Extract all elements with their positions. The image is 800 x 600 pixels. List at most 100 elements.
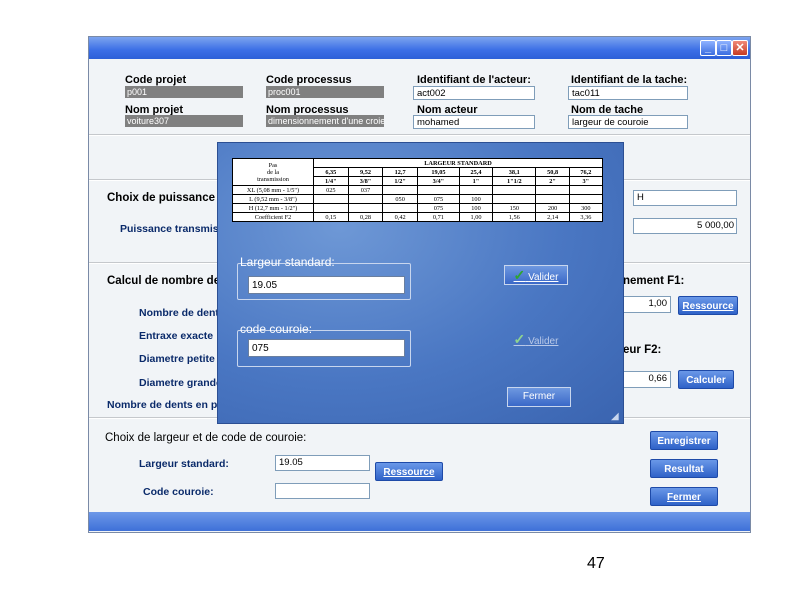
code-couroie-field[interactable] — [275, 483, 370, 499]
f1-label: nement F1: — [623, 275, 685, 287]
puissance-transmise-field[interactable]: 5 000,00 — [633, 218, 737, 234]
nombre-dents-pr-label: Nombre de dents en pr — [107, 399, 222, 411]
table-cell: 0,28 — [347, 212, 384, 222]
table-cell: 3,36 — [568, 212, 604, 222]
table-row: XL (5,08 mm - 1/5") 025 037 — [232, 185, 604, 195]
table-cell: 075 — [416, 194, 460, 204]
nom-tache-field[interactable]: largeur de couroie — [568, 115, 688, 129]
status-bar — [89, 512, 750, 531]
valider-button-2[interactable]: ✓ Valider — [504, 330, 568, 350]
resize-grip-icon[interactable]: ◢ — [611, 411, 619, 422]
close-icon[interactable]: ✕ — [732, 40, 748, 56]
ressource-button[interactable]: Ressource — [375, 462, 443, 481]
ressource-f1-button[interactable]: Ressource — [678, 296, 738, 315]
identifiant-tache-label: Identifiant de la tache: — [571, 74, 688, 86]
puissance-transmise-label: Puissance transmissi — [120, 223, 228, 235]
pas-header: Pas de la transmission — [232, 158, 314, 186]
width-inch-cell: 1/2" — [382, 176, 418, 186]
table-row: L (9,52 mm - 3/8") 050 075 100 — [232, 194, 604, 204]
code-processus-field[interactable]: proc001 — [266, 86, 384, 98]
table-cell — [492, 194, 537, 204]
code-projet-field[interactable]: p001 — [125, 86, 243, 98]
dialog-largeur-input[interactable]: 19.05 — [248, 276, 405, 294]
width-inch-cell: 3" — [568, 176, 604, 186]
code-couroie-group-label: code couroie: — [240, 322, 313, 336]
valider-button-1[interactable]: ✓ Valider — [504, 265, 568, 285]
type-field[interactable]: H — [633, 190, 737, 206]
f2-label: eur F2: — [623, 344, 662, 356]
table-cell — [382, 203, 418, 213]
table-cell — [416, 185, 460, 195]
table-cell: 200 — [535, 203, 570, 213]
diametre-petite-label: Diametre petite — [139, 353, 215, 365]
width-mm-cell: 76,2 — [568, 167, 604, 177]
check-icon: ✓ — [513, 267, 526, 283]
table-row: Coefficient F2 0,15 0,28 0,42 0,71 1,00 1,56 2,… — [232, 212, 604, 222]
check-icon: ✓ — [513, 331, 526, 347]
enregistrer-button[interactable]: Enregistrer — [650, 431, 718, 450]
table-cell — [313, 194, 349, 204]
dialog-fermer-button[interactable]: Fermer — [507, 387, 571, 407]
row-label: Coefficient F2 — [232, 212, 314, 222]
table-cell: 1,00 — [458, 212, 494, 222]
table-cell — [535, 185, 570, 195]
f2-field[interactable]: 0,66 — [623, 371, 671, 388]
dialog-code-input[interactable]: 075 — [248, 339, 405, 357]
table-cell: 037 — [347, 185, 384, 195]
table-cell: 075 — [416, 203, 460, 213]
width-mm-cell: 6,35 — [313, 167, 349, 177]
identifiant-tache-field[interactable]: tac011 — [568, 86, 688, 100]
table-cell — [313, 203, 349, 213]
table-cell — [347, 194, 384, 204]
largeur-standard-field[interactable]: 19.05 — [275, 455, 370, 471]
calculer-button[interactable]: Calculer — [678, 370, 734, 389]
nom-projet-field[interactable]: voiture307 — [125, 115, 243, 127]
table-cell — [347, 203, 384, 213]
f1-field[interactable]: 1,00 — [623, 296, 671, 313]
table-cell: 0,15 — [313, 212, 349, 222]
width-inch-cell: 3/4" — [416, 176, 460, 186]
entraxe-label: Entraxe exacte : — [139, 330, 220, 342]
table-cell — [568, 194, 604, 204]
fermer-button[interactable]: Fermer — [650, 487, 718, 506]
table-cell: 050 — [382, 194, 418, 204]
nom-acteur-field[interactable]: mohamed — [413, 115, 535, 129]
identifiant-acteur-field[interactable]: act002 — [413, 86, 535, 100]
table-cell — [382, 185, 418, 195]
maximize-icon[interactable]: □ — [716, 40, 732, 56]
width-mm-cell: 9,52 — [347, 167, 384, 177]
table-cell — [568, 185, 604, 195]
table-cell: 1,56 — [492, 212, 537, 222]
table-cell: 300 — [568, 203, 604, 213]
width-inch-cell: 2" — [535, 176, 570, 186]
largeur-dialog: Pas de la transmission LARGEUR STANDARD … — [217, 142, 624, 424]
table-cell: 100 — [458, 203, 494, 213]
nom-processus-field[interactable]: dimensionnement d'une croie — [266, 115, 384, 127]
table-cell: 0,71 — [416, 212, 460, 222]
width-inch-cell: 1/4" — [313, 176, 349, 186]
table-cell: 0,42 — [382, 212, 418, 222]
table-cell: 2,14 — [535, 212, 570, 222]
largeur-standard-header: LARGEUR STANDARD — [313, 158, 603, 168]
width-mm-cell: 12,7 — [382, 167, 418, 177]
width-mm-cell: 19,05 — [416, 167, 460, 177]
divider — [89, 134, 750, 136]
code-processus-label: Code processus — [266, 74, 352, 86]
code-projet-label: Code projet — [125, 74, 187, 86]
row-label: H (12,7 mm - 1/2") — [232, 203, 314, 213]
resultat-button[interactable]: Resultat — [650, 459, 718, 478]
width-mm-cell: 50,8 — [535, 167, 570, 177]
minimize-icon[interactable]: _ — [700, 40, 716, 56]
width-inch-cell: 1" — [458, 176, 494, 186]
row-label: L (9,52 mm - 3/8") — [232, 194, 314, 204]
table-cell: 025 — [313, 185, 349, 195]
choix-puissance-label: Choix de puissance ta — [107, 192, 229, 204]
title-bar: _ □ ✕ — [89, 37, 750, 59]
table-cell: 150 — [492, 203, 537, 213]
code-couroie-label: Code couroie: — [143, 486, 214, 498]
nombre-dents-label: Nombre de dent — [139, 307, 219, 319]
identifiant-acteur-label: Identifiant de l'acteur: — [417, 74, 531, 86]
table-cell: 100 — [458, 194, 494, 204]
largeur-standard-table: Pas de la transmission LARGEUR STANDARD … — [232, 158, 604, 222]
width-inch-cell: 1"1/2 — [492, 176, 537, 186]
